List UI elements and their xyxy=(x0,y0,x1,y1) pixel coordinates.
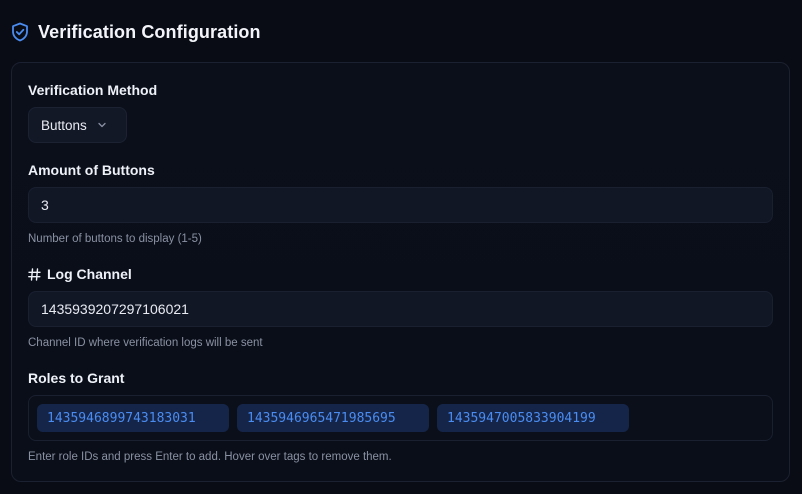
verification-method-value: Buttons xyxy=(41,117,87,133)
log-channel-label: Log Channel xyxy=(28,266,132,282)
amount-of-buttons-label: Amount of Buttons xyxy=(28,162,155,178)
verification-method-label: Verification Method xyxy=(28,82,158,98)
amount-of-buttons-value: 3 xyxy=(41,197,49,213)
log-channel-label-text: Log Channel xyxy=(47,266,132,282)
shield-check-icon xyxy=(11,22,29,42)
amount-of-buttons-input[interactable]: 3 xyxy=(28,187,773,223)
section-header: Verification Configuration xyxy=(11,20,261,44)
chevron-down-icon xyxy=(97,120,107,130)
roles-tag-input[interactable]: 1435946899743183031 1435946965471985695 … xyxy=(28,395,773,441)
roles-hint: Enter role IDs and press Enter to add. H… xyxy=(28,451,392,463)
page-title: Verification Configuration xyxy=(38,21,261,42)
role-tag[interactable]: 1435946899743183031 xyxy=(37,404,229,432)
role-tag[interactable]: 1435947005833904199 xyxy=(437,404,629,432)
log-channel-input[interactable]: 1435939207297106021 xyxy=(28,291,773,327)
hash-icon xyxy=(28,267,41,281)
roles-to-grant-label: Roles to Grant xyxy=(28,370,125,386)
log-channel-hint: Channel ID where verification logs will … xyxy=(28,337,263,349)
log-channel-value: 1435939207297106021 xyxy=(41,301,189,317)
amount-of-buttons-hint: Number of buttons to display (1-5) xyxy=(28,233,202,245)
role-tag[interactable]: 1435946965471985695 xyxy=(237,404,429,432)
config-card: Verification Method Buttons Amount of Bu… xyxy=(11,62,790,482)
page: Verification Configuration Verification … xyxy=(0,0,802,494)
verification-method-select[interactable]: Buttons xyxy=(28,107,127,143)
